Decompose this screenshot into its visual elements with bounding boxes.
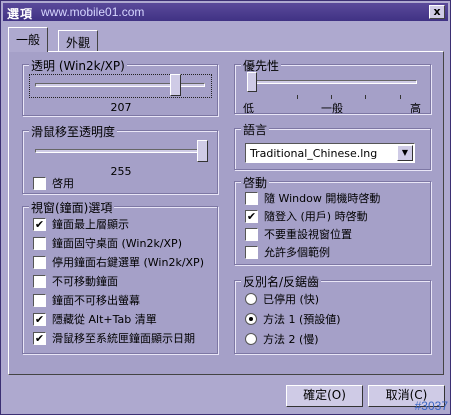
antialias-method-2-radio[interactable]	[245, 333, 257, 345]
priority-high-label: 高	[410, 102, 421, 115]
priority-low-label: 低	[243, 102, 254, 115]
antialias-method-1-label: 方法 1 (預設値)	[263, 313, 341, 326]
hover-transparency-value: 255	[110, 165, 132, 178]
startup-group: 啓動 隨 Window 開機時啓動 ✔ 隨登入 (用戶) 時啓動 不要重設視窗位…	[234, 174, 431, 265]
startup-no-reset-position[interactable]: 不要重設視窗位置	[245, 226, 352, 242]
antialias-method-1-radio[interactable]	[245, 313, 257, 325]
option-hide-alt-tab-check[interactable]: ✔	[33, 312, 46, 326]
language-select[interactable]: Traditional_Chinese.lng ▼	[245, 143, 415, 163]
antialias-group: 反別名/反鋸齒 已停用 (快) 方法 1 (預設値) 方法 2 (慢)	[234, 273, 431, 354]
tab-general[interactable]: 一般	[8, 27, 49, 52]
tab-appearance-label: 外觀	[66, 36, 91, 50]
hover-transparency-group: 滑鼠移至透明度 255 啓用	[22, 123, 218, 194]
startup-multiple-instances-label: 允許多個範例	[264, 246, 330, 259]
startup-legend: 啓動	[241, 174, 270, 191]
window-title: 選項	[7, 7, 34, 21]
priority-tick	[297, 95, 298, 99]
general-tab-panel: 透明 (Win2k/XP) 207 滑鼠移至透明度 255 啓用 視窗(鐘面)選…	[8, 51, 444, 375]
startup-multiple-instances-check[interactable]	[245, 245, 258, 259]
antialias-disabled-label: 已停用 (快)	[263, 293, 320, 306]
startup-with-windows[interactable]: 隨 Window 開機時啓動	[245, 190, 380, 206]
language-group: 語言 Traditional_Chinese.lng ▼	[234, 121, 431, 170]
language-legend: 語言	[241, 121, 270, 138]
priority-slider-track[interactable]	[247, 80, 417, 84]
option-always-on-top-check[interactable]: ✔	[33, 217, 46, 231]
antialias-method-2-label: 方法 2 (慢)	[263, 333, 319, 346]
option-keep-on-screen[interactable]: 鐘面不可移出螢幕	[33, 292, 140, 308]
option-hide-alt-tab[interactable]: ✔ 隱藏從 Alt+Tab 清單	[33, 311, 157, 327]
hover-enable-label: 啓用	[52, 177, 74, 190]
priority-tick	[331, 95, 332, 99]
chevron-down-icon[interactable]: ▼	[397, 145, 413, 161]
priority-slider-thumb[interactable]	[247, 72, 257, 92]
antialias-disabled[interactable]: 已停用 (快)	[245, 291, 319, 307]
option-pin-desktop[interactable]: 鐘面固守桌面 (Win2k/XP)	[33, 235, 182, 251]
option-hide-alt-tab-label: 隱藏從 Alt+Tab 清單	[52, 313, 157, 326]
priority-group: 優先性 低 一般 高	[234, 57, 431, 115]
option-keep-on-screen-label: 鐘面不可移出螢幕	[52, 294, 140, 307]
antialias-method-2[interactable]: 方法 2 (慢)	[245, 331, 319, 347]
antialias-legend: 反別名/反鋸齒	[241, 273, 322, 290]
hover-transparency-slider-thumb[interactable]	[197, 140, 208, 162]
option-lock-position-label: 不可移動鐘面	[52, 275, 118, 288]
title-bar[interactable]: 選項 www.mobile01.com x	[3, 3, 448, 21]
option-disable-context-menu[interactable]: 停用鐘面右鍵選單 (Win2k/XP)	[33, 254, 204, 270]
startup-multiple-instances[interactable]: 允許多個範例	[245, 244, 330, 260]
option-lock-position-check[interactable]	[33, 274, 46, 288]
clock-options-group: 視窗(鐘面)選項 ✔ 鐘面最上層顯示 鐘面固守桌面 (Win2k/XP) 停用鐘…	[22, 199, 218, 354]
option-pin-desktop-check[interactable]	[33, 236, 46, 250]
hover-enable-checkbox[interactable]: 啓用	[33, 175, 74, 191]
startup-on-login-label: 隨登入 (用戶) 時啓動	[264, 210, 368, 223]
hover-transparency-slider-track[interactable]	[35, 149, 205, 153]
close-button[interactable]: x	[429, 5, 445, 19]
tab-general-label: 一般	[16, 33, 41, 47]
option-tray-show-date-check[interactable]: ✔	[33, 331, 46, 345]
startup-with-windows-check[interactable]	[245, 191, 258, 205]
priority-tick	[365, 95, 366, 99]
startup-with-windows-label: 隨 Window 開機時啓動	[264, 192, 381, 205]
clock-options-legend: 視窗(鐘面)選項	[29, 199, 115, 216]
antialias-method-1[interactable]: 方法 1 (預設値)	[245, 311, 341, 327]
startup-on-login[interactable]: ✔ 隨登入 (用戶) 時啓動	[245, 208, 368, 224]
option-pin-desktop-label: 鐘面固守桌面 (Win2k/XP)	[52, 237, 182, 250]
transparency-group: 透明 (Win2k/XP) 207	[22, 57, 218, 116]
hover-enable-check[interactable]	[33, 176, 46, 190]
watermark-id: #3037	[414, 399, 448, 413]
antialias-disabled-radio[interactable]	[245, 293, 257, 305]
startup-no-reset-position-label: 不要重設視窗位置	[264, 228, 352, 241]
option-tray-show-date-label: 滑鼠移至系統匣鐘面顯示日期	[52, 332, 195, 345]
option-disable-context-menu-check[interactable]	[33, 255, 46, 269]
transparency-slider-thumb[interactable]	[170, 74, 181, 96]
priority-tick	[400, 95, 401, 99]
options-dialog: 選項 www.mobile01.com x 一般 外觀 透明 (Win2k/XP…	[0, 0, 451, 415]
priority-normal-label: 一般	[321, 102, 343, 115]
transparency-value: 207	[110, 101, 132, 114]
ok-button[interactable]: 確定(O)	[286, 385, 363, 407]
option-always-on-top[interactable]: ✔ 鐘面最上層顯示	[33, 216, 129, 232]
option-keep-on-screen-check[interactable]	[33, 293, 46, 307]
option-lock-position[interactable]: 不可移動鐘面	[33, 273, 118, 289]
option-always-on-top-label: 鐘面最上層顯示	[52, 218, 129, 231]
site-watermark: www.mobile01.com	[41, 5, 145, 19]
hover-transparency-legend: 滑鼠移至透明度	[29, 123, 118, 140]
option-disable-context-menu-label: 停用鐘面右鍵選單 (Win2k/XP)	[52, 256, 204, 269]
transparency-legend: 透明 (Win2k/XP)	[29, 57, 127, 74]
language-selected-value: Traditional_Chinese.lng	[250, 147, 378, 160]
tab-appearance[interactable]: 外觀	[58, 30, 99, 52]
startup-on-login-check[interactable]: ✔	[245, 209, 258, 223]
startup-no-reset-position-check[interactable]	[245, 227, 258, 241]
option-tray-show-date[interactable]: ✔ 滑鼠移至系統匣鐘面顯示日期	[33, 330, 195, 346]
